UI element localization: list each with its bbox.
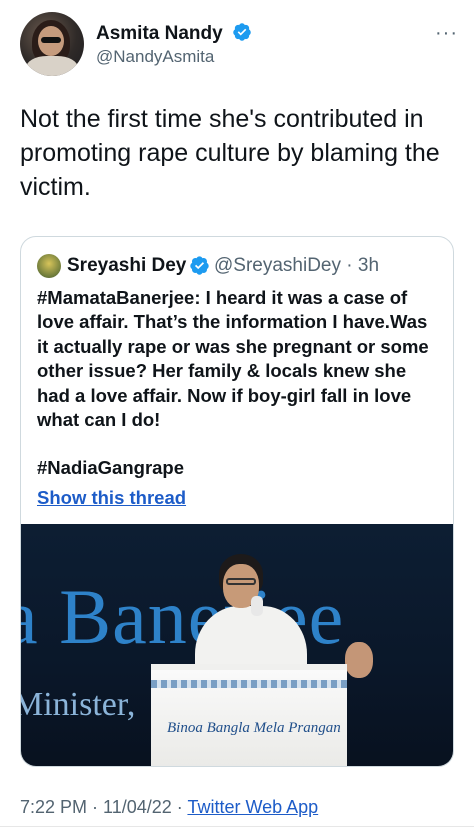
quoted-tweet[interactable]: Sreyashi Dey @SreyashiDey · 3h #MamataBa… — [20, 236, 454, 767]
banner-subtext: Minister, — [21, 686, 136, 723]
tweet-header: Asmita Nandy @NandyAsmita ··· — [20, 10, 460, 78]
author-handle[interactable]: @NandyAsmita — [96, 47, 214, 67]
author-avatar[interactable] — [20, 12, 84, 76]
quoted-tweet-image[interactable]: a Banerjee Minister, Binoa Bangla Mela P… — [21, 524, 453, 766]
verified-badge-icon — [233, 23, 251, 41]
show-thread-link[interactable]: Show this thread — [37, 487, 186, 509]
tweet-timestamp[interactable]: 7:22 PM · 11/04/22 · — [20, 797, 187, 817]
author-name[interactable]: Asmita Nandy — [96, 22, 252, 45]
tweet-metadata: 7:22 PM · 11/04/22 · Twitter Web App — [20, 797, 318, 818]
quoted-author-name[interactable]: Sreyashi Dey — [67, 255, 186, 277]
verified-badge-icon — [190, 256, 209, 275]
tweet-text: Not the first time she's contributed in … — [20, 105, 440, 201]
microphone-icon — [251, 596, 263, 616]
quoted-tweet-text: #MamataBanerjee: I heard it was a case o… — [37, 287, 429, 431]
quoted-author-avatar[interactable] — [37, 254, 61, 278]
podium-text: Binoa Bangla Mela Prangan — [167, 720, 341, 736]
quoted-author-handle-time[interactable]: @SreyashiDey · 3h — [214, 255, 379, 277]
podium: Binoa Bangla Mela Prangan — [151, 664, 347, 766]
hashtag-link[interactable]: #NadiaGangrape — [37, 457, 184, 479]
author-name-text[interactable]: Asmita Nandy — [96, 23, 223, 44]
more-options-icon[interactable]: ··· — [435, 22, 458, 45]
source-app-link[interactable]: Twitter Web App — [187, 797, 318, 817]
